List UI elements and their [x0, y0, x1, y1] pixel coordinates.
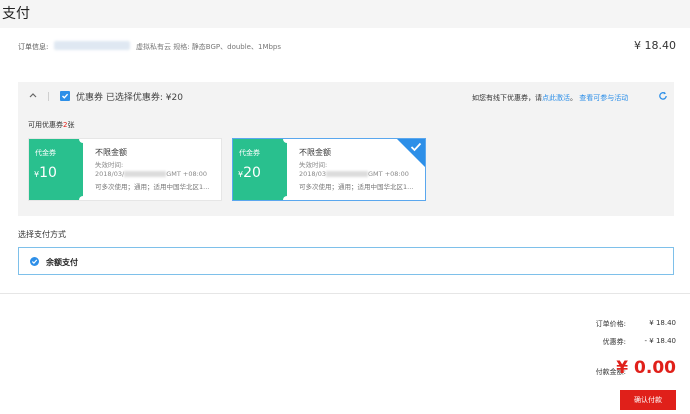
divider	[48, 92, 49, 101]
radio-checked-icon[interactable]	[30, 257, 39, 266]
coupon-valid-label: 失效时间:	[95, 161, 124, 169]
coupon-value-block: 代金券 ¥20	[233, 139, 287, 200]
coupon-type: 代金券	[239, 149, 260, 157]
coupon-card-20[interactable]: 代金券 ¥20 不限金额 失效时间: 2018/03 GMT +08:00 可多次…	[232, 138, 426, 201]
coupon-desc: 可多次使用；通用；适用中国华北区1...	[95, 183, 210, 191]
offline-coupon-tip: 如您有线下优惠券，请点此激活。 查看可参与活动	[472, 93, 628, 103]
order-info-row: 订单信息: 虚拟私有云 规格: 静态BGP、double、1Mbps ¥ 18.…	[0, 28, 690, 68]
coupon-amount: ¥10	[34, 165, 57, 181]
order-price: ¥ 18.40	[634, 39, 676, 52]
order-info-label: 订单信息:	[18, 43, 49, 51]
check-icon	[410, 142, 422, 155]
coupon-valid-date: 2018/03/GMT +08:00	[95, 170, 208, 178]
card-notch	[283, 139, 291, 143]
coupon-desc: 可多次使用；通用；适用中国华北区1...	[299, 183, 414, 191]
offline-tip-text: 如您有线下优惠券，请	[472, 94, 542, 102]
order-price-label: 订单价格:	[595, 320, 626, 328]
refresh-icon[interactable]	[658, 91, 668, 101]
coupon-value-block: 代金券 ¥10	[29, 139, 83, 200]
coupon-name: 不限金额	[95, 148, 127, 157]
order-id-redacted	[54, 41, 130, 50]
title-bar: 支付	[0, 0, 690, 28]
coupon-header: 优惠券 已选择优惠券: ¥20	[76, 93, 183, 103]
tip-sep: 。	[570, 94, 577, 102]
section-divider	[0, 293, 690, 294]
order-price-value: ¥ 18.40	[649, 319, 676, 327]
payment-section-title: 选择支付方式	[18, 230, 66, 239]
coupon-checkbox[interactable]	[60, 91, 70, 101]
card-notch	[79, 196, 87, 200]
pay-amount-value: ¥ 0.00	[616, 358, 676, 378]
payment-method-option[interactable]: 余额支付	[18, 247, 674, 275]
available-suffix: 张	[67, 121, 75, 129]
coupon-valid-date: 2018/03 GMT +08:00	[299, 170, 409, 178]
available-coupons: 可用优惠券2张	[28, 120, 74, 130]
payment-method-label: 余额支付	[46, 258, 78, 267]
coupon-details: 不限金额 失效时间: 2018/03/GMT +08:00 可多次使用；通用；适…	[95, 147, 209, 191]
confirm-payment-button[interactable]: 确认付款	[620, 390, 676, 410]
order-spec: 虚拟私有云 规格: 静态BGP、double、1Mbps	[136, 43, 282, 51]
available-prefix: 可用优惠券	[28, 121, 63, 129]
coupon-value: - ¥ 18.40	[644, 337, 676, 345]
coupon-type: 代金券	[35, 149, 56, 157]
coupon-label: 优惠券:	[602, 338, 626, 346]
summary-pay-amount: 付款金额: ¥ 0.00	[560, 358, 678, 380]
coupon-card-10[interactable]: 代金券 ¥10 不限金额 失效时间: 2018/03/GMT +08:00 可多…	[28, 138, 222, 201]
view-activities-link[interactable]: 查看可参与活动	[579, 94, 628, 102]
activate-link[interactable]: 点此激活	[542, 94, 570, 102]
chevron-up-icon[interactable]	[29, 91, 37, 99]
card-notch	[283, 196, 291, 200]
coupon-panel: 优惠券 已选择优惠券: ¥20 如您有线下优惠券，请点此激活。 查看可参与活动 …	[18, 82, 674, 216]
page-title: 支付	[2, 6, 30, 22]
coupon-amount: ¥20	[238, 165, 261, 181]
card-notch	[79, 139, 87, 143]
